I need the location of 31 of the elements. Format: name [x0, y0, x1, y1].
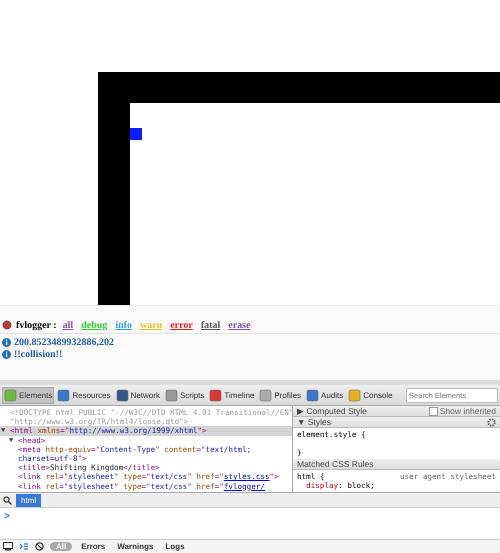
clear-icon[interactable]: [35, 542, 44, 551]
panel-tab[interactable]: Console: [346, 386, 395, 404]
logger-title: fvlogger :: [16, 320, 57, 330]
gear-icon[interactable]: [487, 418, 496, 426]
filter-link[interactable]: fatal: [198, 320, 222, 330]
panel-tab[interactable]: Scripts: [162, 386, 206, 404]
checkbox-label: Show inherited: [440, 406, 496, 416]
bug-icon: [2, 320, 12, 330]
console-prompt[interactable]: >: [4, 511, 10, 522]
panel-tab[interactable]: Timeline: [207, 386, 256, 404]
log-message: 200.8523489932886,202: [14, 337, 114, 348]
filter-link[interactable]: error: [168, 320, 195, 330]
panel-tab[interactable]: Elements: [2, 386, 54, 404]
filter-link[interactable]: erase: [226, 320, 252, 330]
section-header: Matched CSS Rules: [293, 459, 500, 470]
checkbox[interactable]: [428, 406, 438, 416]
search-icon[interactable]: [3, 496, 12, 504]
dock-icon[interactable]: [3, 542, 13, 551]
panel-tab[interactable]: Network: [114, 386, 162, 404]
section-header[interactable]: ▶ Computed Style Show inherited: [293, 406, 500, 417]
filter-link[interactable]: all: [60, 320, 76, 330]
filter-button[interactable]: Logs: [162, 542, 188, 551]
filter-button[interactable]: Warnings: [114, 542, 156, 551]
player-square: [130, 128, 142, 140]
section-header[interactable]: ▼ Styles: [293, 417, 500, 428]
panel-tab[interactable]: Profiles: [257, 386, 304, 404]
panel-tab[interactable]: Resources: [55, 386, 113, 404]
filter-button[interactable]: Errors: [78, 542, 108, 551]
log-message: !!collision!!: [14, 349, 62, 360]
panel-tab[interactable]: Audits: [304, 386, 346, 404]
breadcrumb-item[interactable]: html: [16, 494, 42, 506]
